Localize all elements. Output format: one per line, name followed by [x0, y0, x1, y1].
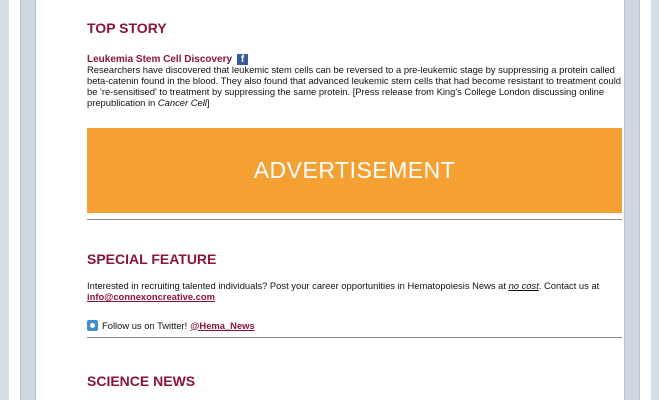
feature-body: Interested in recruiting talented indivi…: [87, 280, 622, 302]
story-body-end: ]: [206, 97, 210, 108]
science-news-heading: SCIENCE NEWS: [87, 373, 196, 389]
feature-body-text: Interested in recruiting talented indivi…: [87, 280, 509, 291]
advertisement-banner[interactable]: ADVERTISEMENT: [87, 128, 622, 213]
story-body: Researchers have discovered that leukemi…: [87, 64, 622, 108]
twitter-icon[interactable]: [87, 319, 98, 331]
twitter-handle-link[interactable]: @Hema_News: [190, 320, 254, 331]
divider: [87, 337, 622, 338]
journal-name: Cancer Cell: [157, 97, 207, 108]
contact-email-link[interactable]: info@connexoncreative.com: [87, 291, 215, 302]
twitter-row: Follow us on Twitter! @Hema_News: [87, 318, 255, 332]
feature-body-mid: . Contact us at: [538, 280, 600, 291]
divider: [87, 219, 622, 220]
left-border-rail: [20, 0, 36, 400]
facebook-icon[interactable]: f: [237, 53, 249, 65]
top-story-heading: TOP STORY: [87, 20, 167, 36]
twitter-follow-text: Follow us on Twitter!: [102, 319, 188, 331]
right-border-rail: [624, 0, 640, 400]
newsletter-content: TOP STORY Leukemia Stem Cell Discovery f…: [37, 0, 622, 400]
no-cost-text: no cost: [508, 280, 539, 291]
story-title-link[interactable]: Leukemia Stem Cell Discovery: [87, 54, 232, 65]
special-feature-heading: SPECIAL FEATURE: [87, 251, 217, 267]
advertisement-label: ADVERTISEMENT: [253, 157, 456, 183]
